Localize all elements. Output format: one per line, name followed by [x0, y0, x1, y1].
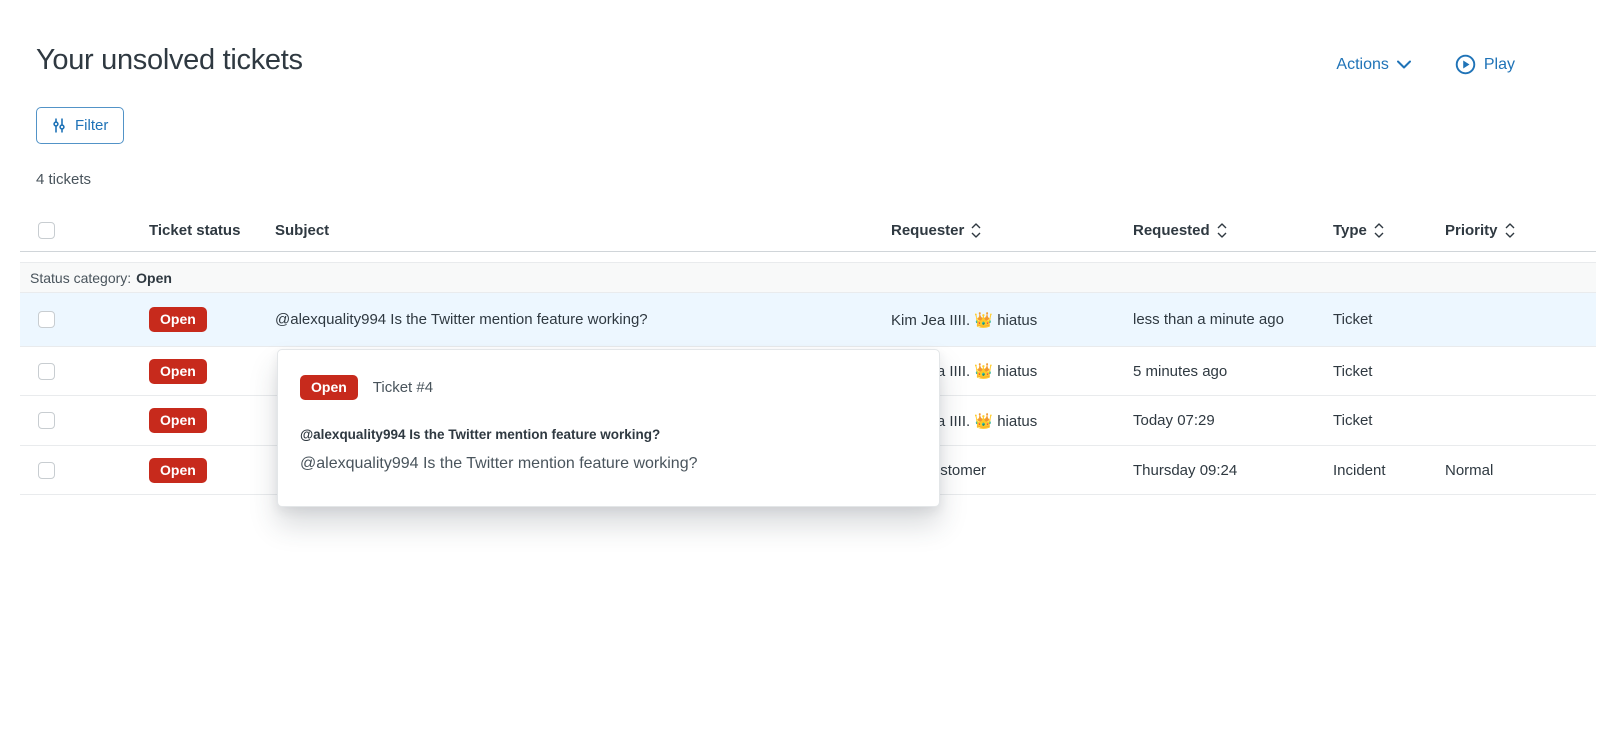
play-button[interactable]: Play [1455, 54, 1515, 75]
type-cell: Ticket [1333, 311, 1445, 328]
requested-cell: less than a minute ago [1133, 311, 1333, 328]
popover-subject-title: @alexquality994 Is the Twitter mention f… [300, 427, 917, 442]
type-cell: Ticket [1333, 412, 1445, 429]
status-category-group-row: Status category: Open [20, 262, 1596, 293]
group-value: Open [136, 270, 172, 286]
status-badge: Open [149, 359, 207, 384]
row-checkbox[interactable] [38, 462, 55, 479]
filter-sliders-icon [52, 118, 66, 133]
ticket-preview-popover: Open Ticket #4 @alexquality994 Is the Tw… [277, 349, 940, 507]
requester-cell: Kim Jea IIII. 👑 hiatus [891, 311, 1133, 329]
requested-cell: Thursday 09:24 [1133, 462, 1333, 479]
filter-button[interactable]: Filter [36, 107, 124, 144]
select-all-checkbox[interactable] [38, 222, 55, 239]
actions-button[interactable]: Actions [1336, 56, 1410, 74]
sort-icon [1374, 223, 1384, 238]
ticket-count: 4 tickets [36, 171, 91, 188]
sort-icon [1217, 223, 1227, 238]
group-label: Status category: [30, 270, 131, 286]
play-icon [1455, 54, 1476, 75]
type-cell: Ticket [1333, 363, 1445, 380]
filter-label: Filter [75, 117, 108, 134]
column-header-priority[interactable]: Priority [1445, 222, 1596, 239]
toolbar: Actions Play [1336, 54, 1515, 75]
sort-icon [971, 223, 981, 238]
column-header-subject: Subject [275, 222, 891, 239]
column-header-ticket-status: Ticket status [149, 222, 275, 239]
status-badge: Open [300, 375, 358, 400]
popover-subject-description: @alexquality994 Is the Twitter mention f… [300, 455, 917, 473]
page-title: Your unsolved tickets [36, 44, 303, 77]
chevron-down-icon [1397, 60, 1411, 69]
sort-icon [1505, 223, 1515, 238]
subject-cell: @alexquality994 Is the Twitter mention f… [275, 311, 891, 328]
priority-cell: Normal [1445, 462, 1596, 479]
popover-header: Open Ticket #4 [300, 375, 917, 400]
row-checkbox[interactable] [38, 311, 55, 328]
status-badge: Open [149, 408, 207, 433]
type-cell: Incident [1333, 462, 1445, 479]
ticket-reference: Ticket #4 [373, 379, 433, 396]
status-badge: Open [149, 307, 207, 332]
column-header-type[interactable]: Type [1333, 222, 1445, 239]
column-header-requested[interactable]: Requested [1133, 222, 1333, 239]
row-checkbox[interactable] [38, 363, 55, 380]
table-row[interactable]: Open @alexquality994 Is the Twitter ment… [20, 293, 1596, 347]
table-header-row: Ticket status Subject Requester Requeste… [20, 210, 1596, 252]
status-badge: Open [149, 458, 207, 483]
row-checkbox[interactable] [38, 412, 55, 429]
play-label: Play [1484, 56, 1515, 74]
requested-cell: Today 07:29 [1133, 412, 1333, 429]
requested-cell: 5 minutes ago [1133, 363, 1333, 380]
column-header-requester[interactable]: Requester [891, 222, 1133, 239]
actions-label: Actions [1336, 56, 1388, 74]
